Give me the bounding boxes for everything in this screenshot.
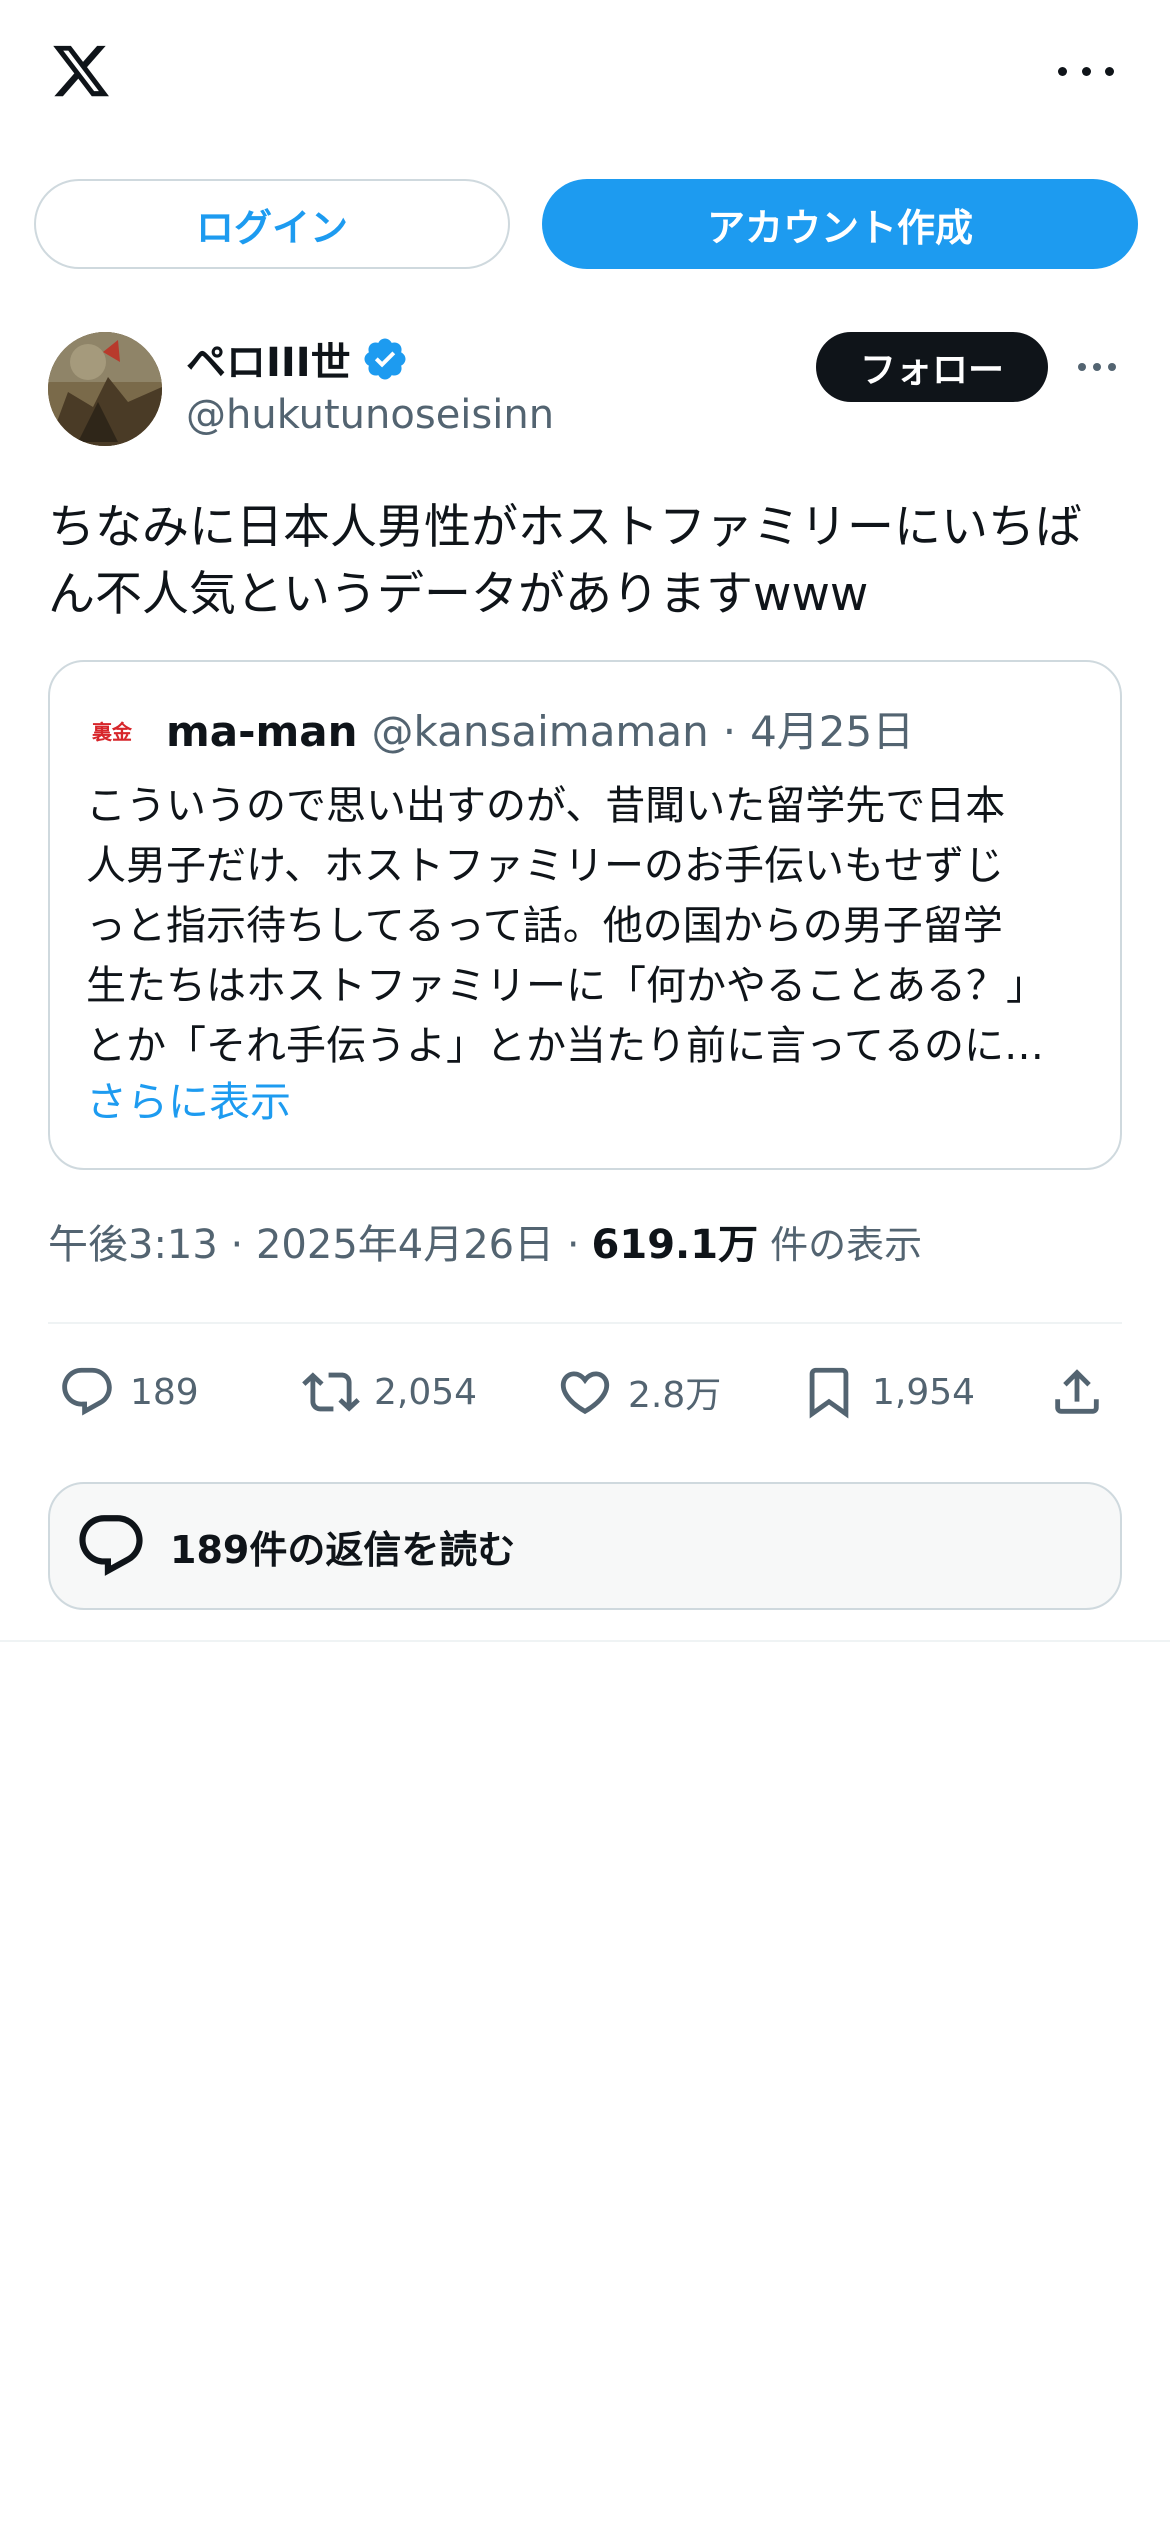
action-bar: 189 2,054 2.8万 1,954 [0,1352,1170,1432]
read-replies-label: 189件の返信を読む [170,1527,516,1572]
share-button[interactable] [1048,1352,1106,1432]
follow-button[interactable]: フォロー [816,332,1048,402]
login-button[interactable]: ログイン [34,179,510,269]
author-display-name[interactable]: ペロIII世 [186,330,351,388]
views-label: 件の表示 [770,1223,923,1267]
verified-badge-icon [364,338,406,380]
tweet-meta: 午後3:13 · 2025年4月26日 · 619.1万 件の表示 [48,1212,922,1270]
quote-avatar: 裏金 [92,719,132,744]
quote-text-line: こういうので思い出すのが、昔聞いた留学先で日本 [86,783,1006,829]
tweet-text-line: ちなみに日本人男性がホストファミリーにいちば [48,500,1082,555]
heart-icon [560,1371,610,1415]
quote-text: こういうので思い出すのが、昔聞いた留学先で日本 人男子だけ、ホストファミリーのお… [86,776,1086,1076]
quote-display-name: ma-man [166,707,358,756]
quoted-tweet[interactable]: 裏金 ma-man @kansaimaman · 4月25日 こういうので思い出… [48,660,1122,1170]
quote-text-line: とか「それ手伝うよ」とか当たり前に言ってるのに… [86,1023,1044,1069]
share-icon [1055,1369,1099,1414]
quote-handle: @kansaimaman [371,707,709,756]
retweet-icon [302,1372,360,1412]
x-logo-icon[interactable] [48,40,114,102]
retweet-button[interactable]: 2,054 [302,1352,477,1432]
read-replies-button[interactable]: 189件の返信を読む [48,1482,1122,1610]
bookmark-count: 1,954 [872,1371,976,1413]
divider [0,1640,1170,1642]
more-horizontal-icon[interactable] [1058,56,1114,86]
reply-count: 189 [130,1371,199,1413]
reply-icon [79,1515,143,1576]
like-button[interactable]: 2.8万 [556,1352,721,1432]
show-more-link[interactable]: さらに表示 [86,1068,291,1128]
author-name[interactable]: ペロIII世 [186,330,409,388]
bookmark-button[interactable]: 1,954 [800,1352,975,1432]
quote-date: 4月25日 [750,707,915,756]
author-avatar[interactable] [48,332,162,446]
tweet-text-line: ん不人気というデータがありますwww [48,567,869,622]
quote-text-line: っと指示待ちしてるって話。他の国からの男子留学 [86,903,1003,949]
tweet-more-icon[interactable] [1078,362,1116,372]
views-count: 619.1万 [591,1222,759,1268]
divider [48,1322,1122,1324]
tweet-timestamp[interactable]: 午後3:13 · 2025年4月26日 · [48,1212,580,1270]
retweet-count: 2,054 [374,1371,478,1413]
reply-button[interactable]: 189 [58,1352,199,1432]
top-bar [0,0,1170,150]
quote-text-line: 生たちはホストファミリーに「何かやることある？」 [86,963,1046,1009]
tweet-text: ちなみに日本人男性がホストファミリーにいちば ん不人気というデータがありますww… [48,494,1128,628]
bookmark-icon [809,1367,849,1419]
signup-button[interactable]: アカウント作成 [542,179,1138,269]
author-handle[interactable]: @hukutunoseisinn [186,392,554,438]
quote-text-line: 人男子だけ、ホストファミリーのお手伝いもせずじ [86,843,1004,889]
quote-separator: · [722,707,737,756]
like-count: 2.8万 [628,1375,722,1416]
quote-header: ma-man @kansaimaman · 4月25日 [166,698,914,759]
reply-icon [62,1367,112,1416]
